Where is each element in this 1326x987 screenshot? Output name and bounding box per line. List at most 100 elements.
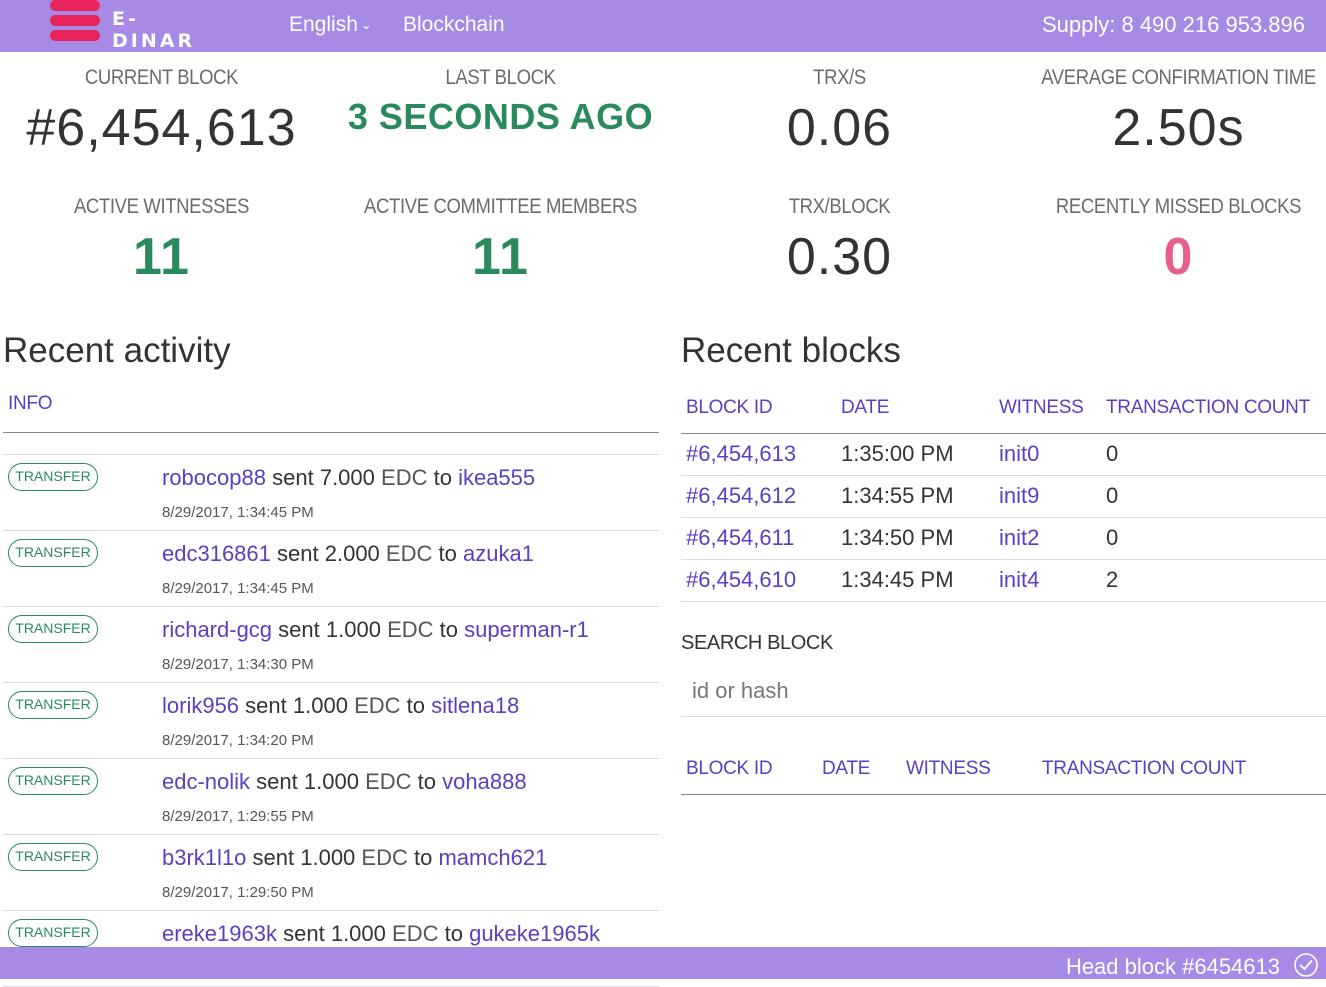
- stat-last-block: LAST BLOCK 3 SECONDS AGO: [331, 66, 670, 138]
- block-row: #6,454,612 1:34:55 PM init9 0: [681, 475, 1326, 518]
- block-id-link[interactable]: #6,454,612: [681, 475, 836, 518]
- transfer-badge[interactable]: TRANSFER: [8, 767, 98, 795]
- sender-account-link[interactable]: b3rk1l1o: [162, 845, 246, 870]
- block-date: 1:34:55 PM: [836, 475, 994, 518]
- recent-blocks-title: Recent blocks: [681, 331, 901, 370]
- sender-account-link[interactable]: edc316861: [162, 541, 271, 566]
- sender-account-link[interactable]: ereke1963k: [162, 921, 277, 946]
- stat-value: 0: [1163, 228, 1194, 286]
- edinar-logo[interactable]: E-DINAR: [48, 0, 218, 52]
- receiver-account-link[interactable]: ikea555: [458, 465, 535, 490]
- column-header-transaction-count: TRANSACTION COUNT: [1037, 744, 1326, 795]
- stat-value: 0.06: [786, 99, 893, 157]
- column-header-witness: WITNESS: [901, 744, 1037, 795]
- stat-label: AVERAGE CONFIRMATION TIME: [1041, 66, 1316, 89]
- block-date: 1:34:45 PM: [836, 559, 994, 602]
- supply-readout: Supply: 8 490 216 953.896: [1041, 12, 1305, 37]
- activity-preposition: to: [417, 769, 437, 794]
- activity-preposition: to: [414, 845, 433, 870]
- witness-link[interactable]: init0: [994, 433, 1101, 476]
- recent-blocks-table: BLOCK ID DATE WITNESS TRANSACTION COUNT …: [681, 383, 1326, 602]
- stat-trx-per-s: TRX/S 0.06: [670, 66, 1009, 158]
- column-header-date: DATE: [836, 383, 994, 434]
- stat-missed-blocks: RECENTLY MISSED BLOCKS 0: [1009, 195, 1326, 287]
- transfer-badge[interactable]: TRANSFER: [8, 919, 98, 947]
- activity-preposition: to: [433, 465, 452, 490]
- stat-value: 3 SECONDS AGO: [347, 96, 654, 137]
- activity-timestamp: 8/29/2017, 1:34:45 PM: [162, 580, 314, 597]
- stat-active-committee: ACTIVE COMMITTEE MEMBERS 11: [331, 195, 670, 287]
- transaction-count: 0: [1101, 433, 1326, 476]
- transfer-badge[interactable]: TRANSFER: [8, 539, 98, 567]
- currency-code: EDC: [354, 693, 401, 718]
- column-header-date: DATE: [817, 744, 901, 795]
- stat-active-witnesses: ACTIVE WITNESSES 11: [0, 195, 331, 287]
- receiver-account-link[interactable]: mamch621: [438, 845, 547, 870]
- nav-blockchain-link[interactable]: Blockchain: [403, 13, 505, 37]
- transfer-amount: 1.000: [300, 845, 356, 870]
- activity-description: robocop88 sent 7.000 EDC to ikea555: [162, 465, 535, 491]
- receiver-account-link[interactable]: azuka1: [463, 541, 534, 566]
- stat-current-block: CURRENT BLOCK #6,454,613: [0, 66, 331, 158]
- receiver-account-link[interactable]: sitlena18: [431, 693, 519, 718]
- receiver-account-link[interactable]: superman-r1: [464, 617, 589, 642]
- sender-account-link[interactable]: richard-gcg: [162, 617, 272, 642]
- block-id-link[interactable]: #6,454,613: [681, 433, 836, 476]
- activity-description: edc316861 sent 2.000 EDC to azuka1: [162, 541, 534, 567]
- sender-account-link[interactable]: robocop88: [162, 465, 266, 490]
- transfer-amount: 1.000: [325, 617, 381, 642]
- search-block-label: SEARCH BLOCK: [681, 632, 833, 654]
- witness-link[interactable]: init9: [994, 475, 1101, 518]
- chevron-down-icon: ⌄: [360, 17, 372, 33]
- transfer-amount: 1.000: [330, 921, 386, 946]
- transfer-amount: 2.000: [324, 541, 380, 566]
- stat-value: 0.30: [786, 228, 893, 286]
- column-header-block-id: BLOCK ID: [681, 383, 836, 434]
- block-row: #6,454,613 1:35:00 PM init0 0: [681, 433, 1326, 476]
- language-dropdown[interactable]: English ⌄: [289, 13, 372, 37]
- activity-row: TRANSFER robocop88 sent 7.000 EDC to ikea…: [3, 455, 659, 531]
- activity-timestamp: 8/29/2017, 1:34:45 PM: [162, 504, 314, 521]
- stat-value: 2.50s: [1112, 99, 1245, 157]
- activity-verb: sent: [252, 845, 295, 870]
- stat-value: #6,454,613: [26, 99, 297, 157]
- transfer-amount: 1.000: [292, 693, 348, 718]
- search-results-table: BLOCK ID DATE WITNESS TRANSACTION COUNT: [681, 744, 1326, 795]
- recent-blocks-panel: BLOCK ID DATE WITNESS TRANSACTION COUNT …: [681, 383, 1326, 602]
- search-block-input[interactable]: [681, 665, 1326, 717]
- sender-account-link[interactable]: lorik956: [162, 693, 239, 718]
- currency-code: EDC: [392, 921, 439, 946]
- activity-row: TRANSFER richard-gcg sent 1.000 EDC to su…: [3, 607, 659, 683]
- activity-verb: sent: [283, 921, 325, 946]
- stat-label: CURRENT BLOCK: [84, 66, 239, 89]
- table-header-row: BLOCK ID DATE WITNESS TRANSACTION COUNT: [681, 744, 1326, 795]
- column-header-info: INFO: [8, 393, 53, 414]
- currency-code: EDC: [365, 769, 412, 794]
- recent-activity-title: Recent activity: [3, 331, 231, 370]
- block-id-link[interactable]: #6,454,611: [681, 517, 836, 560]
- block-id-link[interactable]: #6,454,610: [681, 559, 836, 602]
- sender-account-link[interactable]: edc-nolik: [162, 769, 250, 794]
- witness-link[interactable]: init4: [994, 559, 1101, 602]
- witness-link[interactable]: init2: [994, 517, 1101, 560]
- currency-code: EDC: [387, 617, 434, 642]
- column-header-witness: WITNESS: [994, 383, 1101, 434]
- activity-row: TRANSFER edc316861 sent 2.000 EDC to azuk…: [3, 531, 659, 607]
- transfer-badge[interactable]: TRANSFER: [8, 691, 98, 719]
- receiver-account-link[interactable]: gukeke1965k: [469, 921, 600, 946]
- activity-spacer: [3, 433, 659, 455]
- activity-description: b3rk1l1o sent 1.000 EDC to mamch621: [162, 845, 547, 871]
- logo-mark-icon: [48, 0, 102, 44]
- stat-avg-confirmation: AVERAGE CONFIRMATION TIME 2.50s: [1009, 66, 1326, 158]
- transfer-badge[interactable]: TRANSFER: [8, 843, 98, 871]
- activity-timestamp: 8/29/2017, 1:29:55 PM: [162, 808, 314, 825]
- receiver-account-link[interactable]: voha888: [442, 769, 526, 794]
- transfer-badge[interactable]: TRANSFER: [8, 615, 98, 643]
- stat-label: LAST BLOCK: [445, 66, 556, 89]
- transaction-count: 0: [1101, 517, 1326, 560]
- activity-preposition: to: [406, 693, 426, 718]
- activity-verb: sent: [256, 769, 298, 794]
- transaction-count: 0: [1101, 475, 1326, 518]
- transfer-badge[interactable]: TRANSFER: [8, 463, 98, 491]
- block-date: 1:34:50 PM: [836, 517, 994, 560]
